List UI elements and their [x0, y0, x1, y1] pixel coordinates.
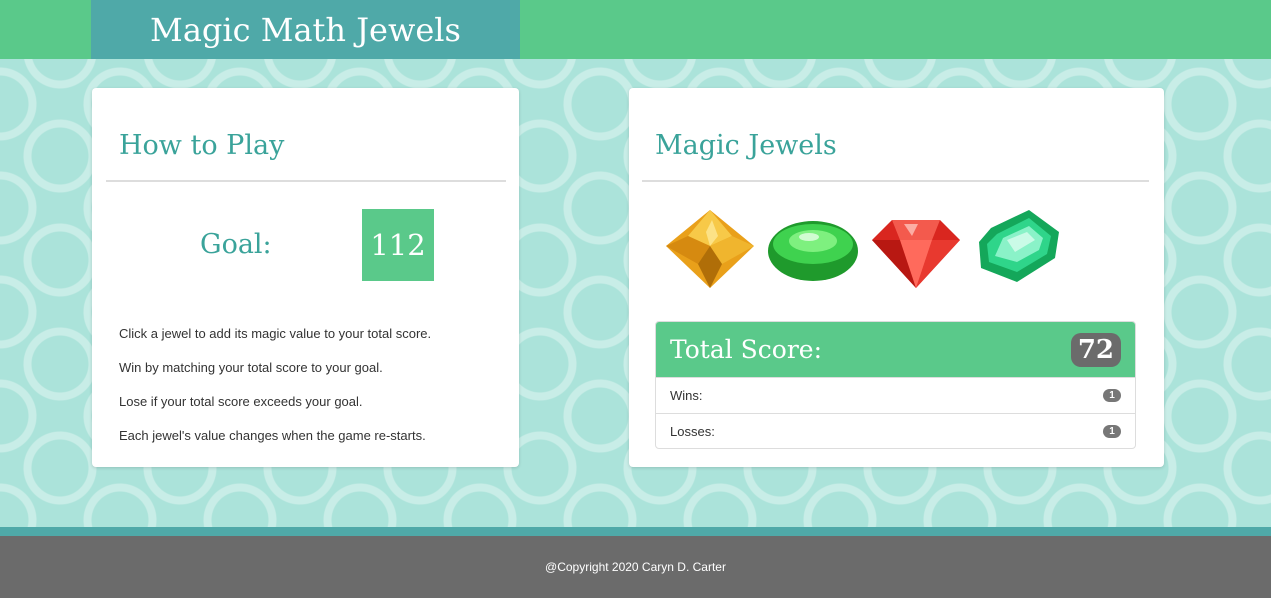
- jewel-row: [662, 206, 1074, 292]
- rules-list: Click a jewel to add its magic value to …: [119, 326, 431, 462]
- magic-jewels-heading: Magic Jewels: [655, 130, 837, 161]
- how-to-play-heading: How to Play: [119, 130, 285, 161]
- emerald-icon[interactable]: [971, 206, 1067, 292]
- copyright-text: @Copyright 2020 Caryn D. Carter: [545, 560, 726, 574]
- divider: [642, 180, 1149, 182]
- rule-text: Lose if your total score exceeds your go…: [119, 394, 363, 409]
- footer-accent-line: [0, 527, 1271, 536]
- magic-jewels-panel: Magic Jewels Total Score: 72 Wins: 1 Los…: [629, 88, 1164, 467]
- wins-row: Wins: 1: [656, 377, 1135, 413]
- how-to-play-panel: How to Play Goal: 112 Click a jewel to a…: [92, 88, 519, 467]
- footer: @Copyright 2020 Caryn D. Carter: [0, 536, 1271, 598]
- total-score-label: Total Score:: [670, 335, 823, 364]
- red-ruby-icon[interactable]: [868, 206, 964, 292]
- total-score-value: 72: [1070, 332, 1121, 367]
- goal-value: 112: [362, 209, 434, 281]
- rule-text: Click a jewel to add its magic value to …: [119, 326, 432, 341]
- wins-label: Wins:: [670, 388, 703, 403]
- top-nav-bar: Magic Math Jewels: [0, 0, 1271, 59]
- site-title[interactable]: Magic Math Jewels: [91, 0, 520, 59]
- yellow-diamond-icon[interactable]: [662, 206, 758, 292]
- losses-row: Losses: 1: [656, 413, 1135, 448]
- green-oval-gem-icon[interactable]: [765, 206, 861, 292]
- score-card: Total Score: 72 Wins: 1 Losses: 1: [655, 321, 1136, 449]
- rule-text: Win by matching your total score to your…: [119, 360, 383, 375]
- rule-text: Each jewel's value changes when the game…: [119, 428, 426, 443]
- goal-label: Goal:: [200, 229, 272, 260]
- wins-badge: 1: [1103, 389, 1121, 402]
- losses-label: Losses:: [670, 424, 715, 439]
- divider: [106, 180, 506, 182]
- losses-badge: 1: [1103, 425, 1121, 438]
- total-score-header: Total Score: 72: [656, 322, 1135, 377]
